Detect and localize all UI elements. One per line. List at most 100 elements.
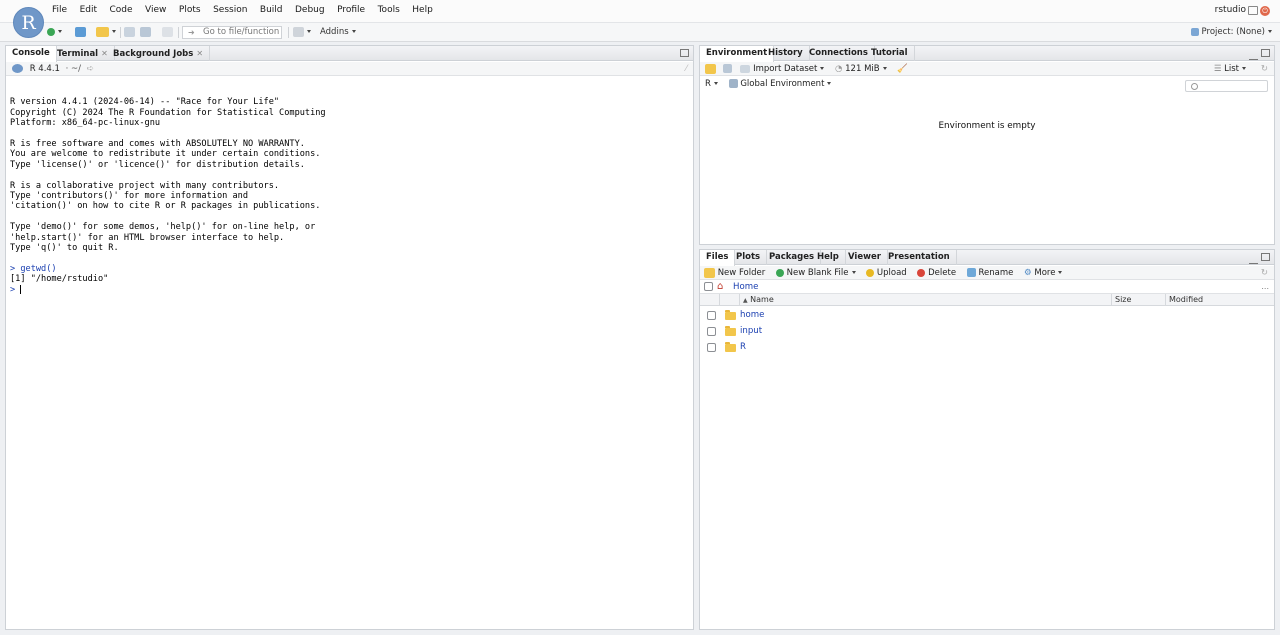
power-icon[interactable]: ⏻ bbox=[1260, 6, 1270, 16]
new-folder-icon bbox=[704, 267, 715, 278]
view-mode-label: List bbox=[1224, 64, 1239, 74]
menu-session[interactable]: Session bbox=[213, 5, 247, 15]
environment-search-input[interactable] bbox=[1185, 80, 1268, 92]
folder-icon bbox=[725, 326, 736, 336]
toolbar-divider bbox=[120, 27, 121, 38]
tab-label: Help bbox=[817, 252, 839, 262]
modified-column-header[interactable]: Modified bbox=[1165, 294, 1275, 306]
breadcrumb-home[interactable]: Home bbox=[733, 280, 758, 294]
file-name-link[interactable]: input bbox=[740, 324, 762, 339]
row-checkbox[interactable] bbox=[707, 343, 716, 352]
maximize-icon[interactable] bbox=[1261, 49, 1270, 57]
more-button[interactable]: ⚙ More bbox=[1024, 268, 1063, 278]
save-icon bbox=[124, 26, 135, 37]
icon-column bbox=[719, 294, 739, 306]
new-blank-file-button[interactable]: New Blank File bbox=[775, 268, 856, 278]
print-button[interactable] bbox=[162, 26, 173, 38]
minimize-icon[interactable] bbox=[1249, 57, 1258, 60]
console-output[interactable]: R version 4.4.1 (2024-06-14) -- "Race fo… bbox=[10, 87, 326, 295]
memory-usage-button[interactable]: ◔ 121 MiB bbox=[835, 64, 887, 74]
broom-icon[interactable]: 🧹 bbox=[897, 64, 908, 74]
toolbar-divider bbox=[288, 27, 289, 38]
save-all-button[interactable] bbox=[140, 26, 151, 38]
rename-button[interactable]: Rename bbox=[966, 268, 1013, 278]
load-workspace-icon[interactable] bbox=[705, 63, 716, 74]
menu-tools[interactable]: Tools bbox=[378, 5, 400, 15]
sign-out-icon[interactable] bbox=[1248, 6, 1258, 15]
tab-label: Plots bbox=[736, 252, 761, 262]
select-all-checkbox[interactable] bbox=[704, 282, 713, 291]
maximize-icon[interactable] bbox=[1261, 253, 1270, 261]
menu-profile[interactable]: Profile bbox=[337, 5, 365, 15]
menu-debug[interactable]: Debug bbox=[295, 5, 325, 15]
new-file-button[interactable] bbox=[47, 26, 62, 38]
menu-plots[interactable]: Plots bbox=[179, 5, 201, 15]
tab-help[interactable]: Help bbox=[811, 250, 846, 265]
tab-presentation[interactable]: Presentation bbox=[882, 250, 957, 265]
import-dataset-button[interactable]: Import Dataset bbox=[740, 64, 825, 74]
tab-label: Viewer bbox=[848, 252, 881, 262]
project-cube-icon bbox=[1190, 27, 1199, 36]
more-path-ellipsis[interactable]: ... bbox=[1261, 280, 1269, 294]
menu-file[interactable]: File bbox=[52, 5, 67, 15]
language-select[interactable]: R bbox=[705, 79, 718, 89]
addins-button[interactable]: Addins bbox=[320, 26, 356, 38]
project-menu[interactable]: Project: (None) bbox=[1190, 27, 1272, 37]
go-to-dir-icon[interactable]: ➪ bbox=[87, 64, 94, 74]
rstudio-window: File Edit Code View Plots Session Build … bbox=[0, 0, 1280, 635]
sort-up-icon: ▲ bbox=[743, 297, 748, 304]
memory-label: 121 MiB bbox=[845, 64, 880, 74]
file-row[interactable]: home bbox=[700, 308, 1274, 323]
scope-select[interactable]: Global Environment bbox=[728, 79, 832, 89]
tab-background-jobs[interactable]: Background Jobs ✕ bbox=[107, 46, 211, 61]
open-file-button[interactable] bbox=[96, 26, 116, 38]
menu-code[interactable]: Code bbox=[110, 5, 133, 15]
file-row[interactable]: R bbox=[700, 340, 1274, 355]
restore-icon[interactable] bbox=[680, 49, 689, 57]
project-icon bbox=[75, 26, 86, 37]
menu-help[interactable]: Help bbox=[412, 5, 433, 15]
tab-label: Files bbox=[706, 252, 729, 262]
row-checkbox[interactable] bbox=[707, 311, 716, 320]
environment-pane: Environment History Connections Tutorial… bbox=[699, 45, 1275, 245]
tab-terminal[interactable]: Terminal ✕ bbox=[51, 46, 115, 61]
refresh-icon[interactable]: ↻ bbox=[1261, 266, 1268, 280]
upload-button[interactable]: Upload bbox=[866, 268, 907, 278]
file-row[interactable]: input bbox=[700, 324, 1274, 339]
column-label: Modified bbox=[1169, 295, 1204, 304]
console-window-buttons bbox=[677, 49, 689, 60]
save-workspace-icon[interactable] bbox=[722, 64, 732, 73]
goto-file-input[interactable]: Go to file/function bbox=[182, 26, 282, 39]
clear-console-icon[interactable]: ⁄ bbox=[686, 62, 687, 76]
new-project-button[interactable] bbox=[75, 26, 86, 38]
save-all-icon bbox=[140, 26, 151, 37]
files-breadcrumb: ⌂ Home ... bbox=[700, 280, 1274, 294]
menu-view[interactable]: View bbox=[145, 5, 166, 15]
refresh-icon[interactable]: ↻ bbox=[1261, 62, 1268, 76]
pane-layout-button[interactable] bbox=[293, 26, 311, 38]
menu-edit[interactable]: Edit bbox=[80, 5, 97, 15]
folder-icon bbox=[725, 310, 736, 320]
save-button[interactable] bbox=[124, 26, 135, 38]
delete-button[interactable]: Delete bbox=[917, 268, 956, 278]
name-column-header[interactable]: ▲ Name bbox=[739, 294, 1111, 306]
r-version-icon bbox=[12, 64, 23, 73]
menu-build[interactable]: Build bbox=[260, 5, 283, 15]
r-version: R 4.4.1 bbox=[29, 64, 60, 74]
size-column-header[interactable]: Size bbox=[1111, 294, 1165, 306]
file-name-link[interactable]: R bbox=[740, 340, 746, 355]
language-label: R bbox=[705, 79, 711, 89]
tab-plots[interactable]: Plots bbox=[730, 250, 768, 265]
new-folder-button[interactable]: New Folder bbox=[704, 267, 765, 278]
minimize-icon[interactable] bbox=[1249, 261, 1258, 264]
scope-label: Global Environment bbox=[740, 79, 825, 89]
tab-tutorial[interactable]: Tutorial bbox=[865, 46, 915, 61]
close-icon[interactable]: ✕ bbox=[196, 49, 203, 58]
files-window-buttons bbox=[1246, 253, 1270, 264]
view-mode-button[interactable]: ☰ List bbox=[1214, 62, 1246, 76]
tab-console[interactable]: Console bbox=[6, 46, 57, 62]
row-checkbox[interactable] bbox=[707, 327, 716, 336]
upload-icon bbox=[866, 268, 875, 277]
file-name-link[interactable]: home bbox=[740, 308, 764, 323]
tab-label: Packages bbox=[769, 252, 815, 262]
